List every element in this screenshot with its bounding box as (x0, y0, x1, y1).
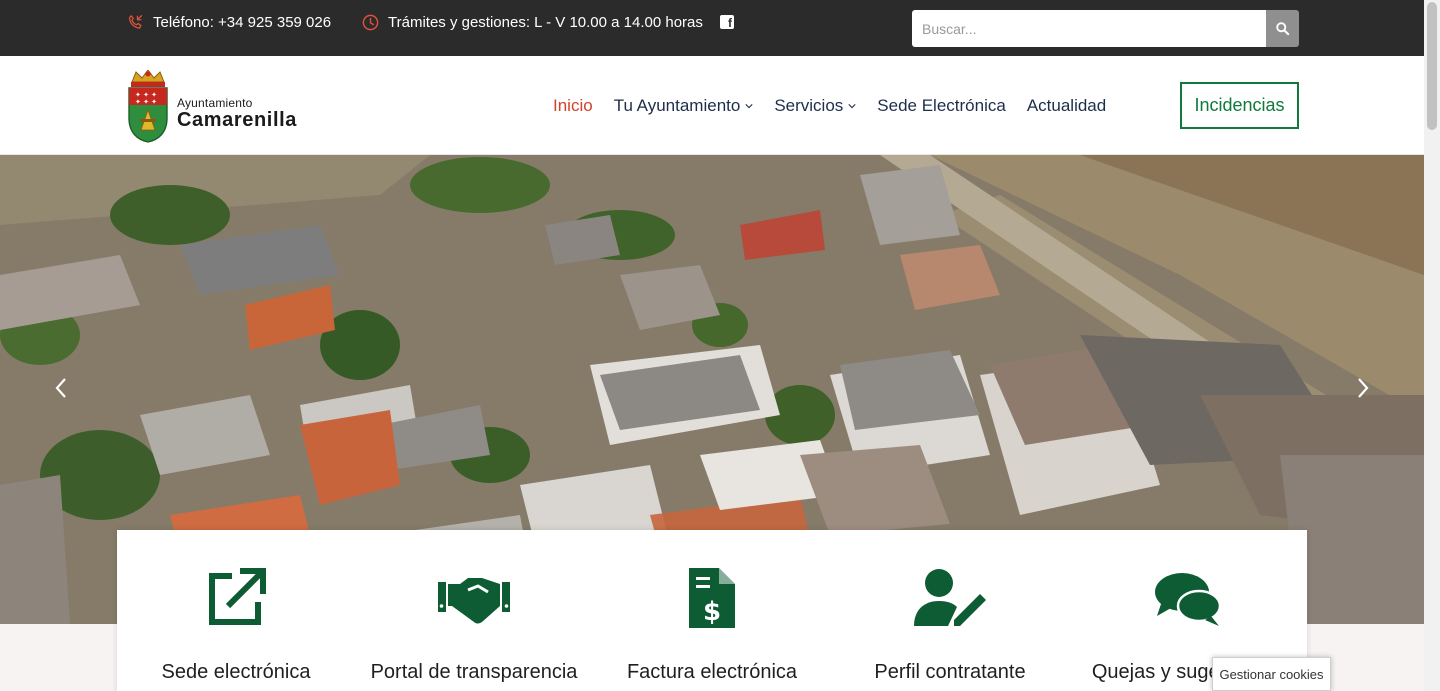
svg-text:$: $ (703, 597, 721, 627)
card-label: Perfil contratante (874, 661, 1026, 683)
slider-prev-button[interactable] (48, 373, 74, 403)
quick-links: Sede electrónica Portal de transparencia… (117, 530, 1307, 691)
card-label: Sede electrónica (161, 661, 311, 683)
nav-label: Tu Ayuntamiento (613, 96, 741, 115)
clock-icon (361, 13, 380, 32)
nav-item-actualidad[interactable]: Actualidad (1027, 96, 1106, 116)
chevron-left-icon (55, 378, 66, 398)
top-bar: Teléfono: +34 925 359 026 Trámites y ges… (0, 0, 1424, 56)
scrollbar-thumb[interactable] (1427, 2, 1437, 130)
nav-item-sede-electronica[interactable]: Sede Electrónica (877, 96, 1006, 116)
svg-text:✦ ✦ ✦: ✦ ✦ ✦ (135, 98, 157, 106)
nav-label: Inicio (553, 96, 593, 115)
card-label: Portal de transparencia (370, 661, 578, 683)
logo-line2: Camarenilla (177, 109, 297, 131)
site-header: ✦ ✦ ✦ ✦ ✦ ✦ Ayuntamiento Camarenilla Ini… (0, 56, 1424, 155)
incidencias-button[interactable]: Incidencias (1180, 82, 1299, 129)
main-nav: Inicio Tu Ayuntamiento Servicios Sede El… (553, 56, 1127, 156)
nav-item-inicio[interactable]: Inicio (553, 96, 593, 116)
manage-cookies-button[interactable]: Gestionar cookies (1212, 657, 1331, 691)
nav-label: Sede Electrónica (877, 96, 1006, 115)
user-edit-icon (914, 569, 986, 626)
hours-text: Trámites y gestiones: L - V 10.00 a 14.0… (388, 13, 703, 31)
quick-link-factura-electronica[interactable]: $ Factura electrónica (593, 530, 831, 691)
phone-text: Teléfono: +34 925 359 026 (153, 13, 332, 31)
handshake-icon (438, 578, 510, 624)
logo-line1: Ayuntamiento (177, 96, 253, 110)
nav-item-tu-ayuntamiento[interactable]: Tu Ayuntamiento (614, 96, 754, 116)
quick-link-sede-electronica[interactable]: Sede electrónica (117, 530, 355, 691)
chevron-down-icon (848, 104, 856, 109)
search-bar (912, 10, 1299, 47)
facebook-icon: f (720, 15, 734, 30)
slider-next-button[interactable] (1350, 373, 1376, 403)
site-logo[interactable]: ✦ ✦ ✦ ✦ ✦ ✦ Ayuntamiento Camarenilla (126, 70, 297, 143)
search-button[interactable] (1266, 10, 1299, 47)
comments-icon (1155, 573, 1221, 626)
quick-link-perfil-contratante[interactable]: Perfil contratante (831, 530, 1069, 691)
phone-icon (126, 13, 145, 32)
coat-of-arms-icon: ✦ ✦ ✦ ✦ ✦ ✦ (128, 70, 168, 143)
phone-info[interactable]: Teléfono: +34 925 359 026 (126, 0, 331, 44)
hours-info: Trámites y gestiones: L - V 10.00 a 14.0… (361, 0, 703, 44)
chevron-down-icon (745, 104, 753, 109)
nav-label: Servicios (774, 96, 844, 115)
facebook-link[interactable]: f (720, 0, 734, 44)
nav-label: Actualidad (1026, 96, 1107, 115)
quick-link-portal-transparencia[interactable]: Portal de transparencia (355, 530, 593, 691)
chevron-right-icon (1358, 378, 1369, 398)
page-scrollbar[interactable] (1424, 0, 1440, 691)
external-link-icon (209, 568, 266, 625)
search-icon (1276, 22, 1290, 36)
nav-item-servicios[interactable]: Servicios (774, 96, 856, 116)
card-label: Factura electrónica (626, 661, 798, 683)
search-input[interactable] (912, 10, 1266, 47)
invoice-dollar-icon: $ (689, 568, 735, 628)
